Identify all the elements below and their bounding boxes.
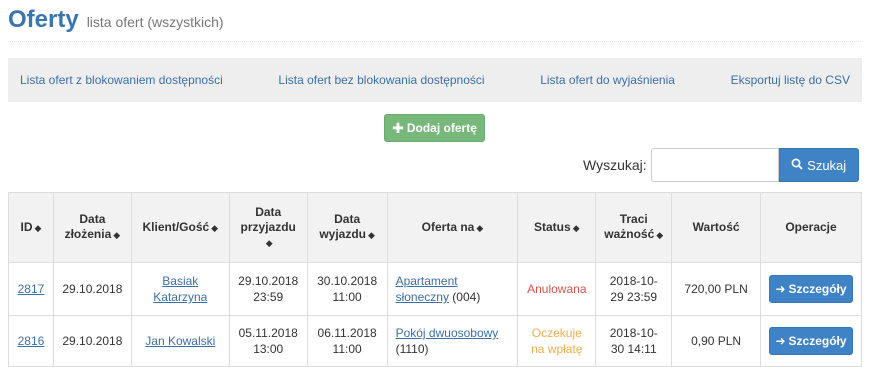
sort-icon: ◆: [476, 222, 484, 233]
sort-icon: ◆: [113, 230, 121, 240]
page-subtitle: lista ofert (wszystkich): [86, 14, 224, 30]
col-client[interactable]: Klient/Gość ◆: [130, 192, 230, 263]
expiry-date: 2018-10- 30 14:11: [595, 315, 673, 367]
col-value: Wartość: [671, 192, 761, 263]
offer-room-link[interactable]: Apartament słoneczny: [396, 274, 458, 304]
sort-icon: ◆: [265, 237, 273, 248]
arrow-right-icon: ➜: [775, 334, 786, 348]
nav-link-export-csv[interactable]: Eksportuj listę do CSV: [731, 73, 850, 87]
arrival-date: 29.10.2018 23:59: [228, 262, 308, 316]
client-link[interactable]: Basiak Katarzyna: [153, 274, 207, 304]
status-badge: Oczekuje na wpłatę: [517, 315, 597, 367]
arrival-date: 05.11.2018 13:00: [228, 315, 308, 367]
offers-table: ID ◆ Data złożenia ◆ Klient/Gość ◆ Data przyj…: [8, 192, 862, 367]
offer-room-code: (1110): [395, 342, 429, 356]
nav-link-blocked[interactable]: Lista ofert z blokowaniem dostępności: [20, 73, 223, 87]
col-created[interactable]: Data złożenia ◆: [52, 192, 132, 263]
created-date: 29.10.2018: [52, 262, 132, 316]
offer-room-link[interactable]: Pokój dwuosobowy: [396, 326, 499, 340]
sort-icon: ◆: [34, 222, 42, 233]
page-header: Oferty lista ofert (wszystkich): [8, 6, 224, 36]
table-header-row: ID ◆ Data złożenia ◆ Klient/Gość ◆ Data przyj…: [8, 192, 862, 263]
offer-id-link[interactable]: 2816: [18, 334, 45, 348]
arrow-right-icon: ➜: [775, 282, 786, 296]
departure-date: 06.11.2018 11:00: [306, 315, 388, 367]
col-ops: Operacje: [760, 192, 862, 263]
nav-link-unblocked[interactable]: Lista ofert bez blokowania dostępności: [278, 73, 484, 87]
search-icon: [791, 158, 803, 173]
col-departure[interactable]: Data wyjazdu ◆: [306, 192, 388, 263]
search-form: Wyszukaj: Szukaj: [583, 148, 859, 182]
sort-icon: ◆: [572, 222, 580, 233]
search-label: Wyszukaj:: [583, 157, 647, 173]
plus-icon: ✚: [392, 119, 404, 136]
created-date: 29.10.2018: [52, 315, 132, 367]
offer-room-code: (004): [452, 290, 481, 304]
divider: [8, 41, 861, 42]
expiry-date: 2018-10- 29 23:59: [595, 262, 673, 316]
col-id[interactable]: ID ◆: [8, 192, 54, 263]
search-button[interactable]: Szukaj: [778, 148, 859, 182]
search-button-label: Szukaj: [807, 157, 847, 173]
sort-icon: ◆: [656, 230, 664, 240]
offer-value: 720,00 PLN: [671, 262, 761, 316]
offer-id-link[interactable]: 2817: [18, 282, 45, 296]
col-offer[interactable]: Oferta na ◆: [386, 192, 519, 263]
add-offer-button[interactable]: ✚ Dodaj ofertę: [384, 114, 485, 142]
col-status[interactable]: Status ◆: [517, 192, 597, 263]
details-button[interactable]: ➜ Szczegóły: [769, 327, 853, 355]
departure-date: 30.10.2018 11:00: [306, 262, 388, 316]
add-offer-label: Dodaj ofertę: [406, 121, 477, 135]
search-input[interactable]: [650, 148, 779, 182]
table-row: 2817 29.10.2018 Basiak Katarzyna 29.10.20…: [8, 262, 862, 316]
page-title: Oferty: [8, 6, 79, 33]
client-link[interactable]: Jan Kowalski: [145, 334, 215, 348]
offer-nav-bar: Lista ofert z blokowaniem dostępności Li…: [8, 58, 862, 102]
sort-icon: ◆: [368, 230, 375, 240]
offer-value: 0,90 PLN: [671, 315, 761, 367]
nav-link-clarify[interactable]: Lista ofert do wyjaśnienia: [540, 73, 675, 87]
col-expires[interactable]: Traci ważność ◆: [595, 192, 673, 263]
details-button[interactable]: ➜ Szczegóły: [769, 275, 853, 303]
col-arrival[interactable]: Data przyjazdu ◆: [228, 192, 308, 263]
table-row: 2816 29.10.2018 Jan Kowalski 05.11.2018 1…: [8, 315, 862, 367]
status-badge: Anulowana: [517, 262, 597, 316]
sort-icon: ◆: [211, 222, 219, 233]
